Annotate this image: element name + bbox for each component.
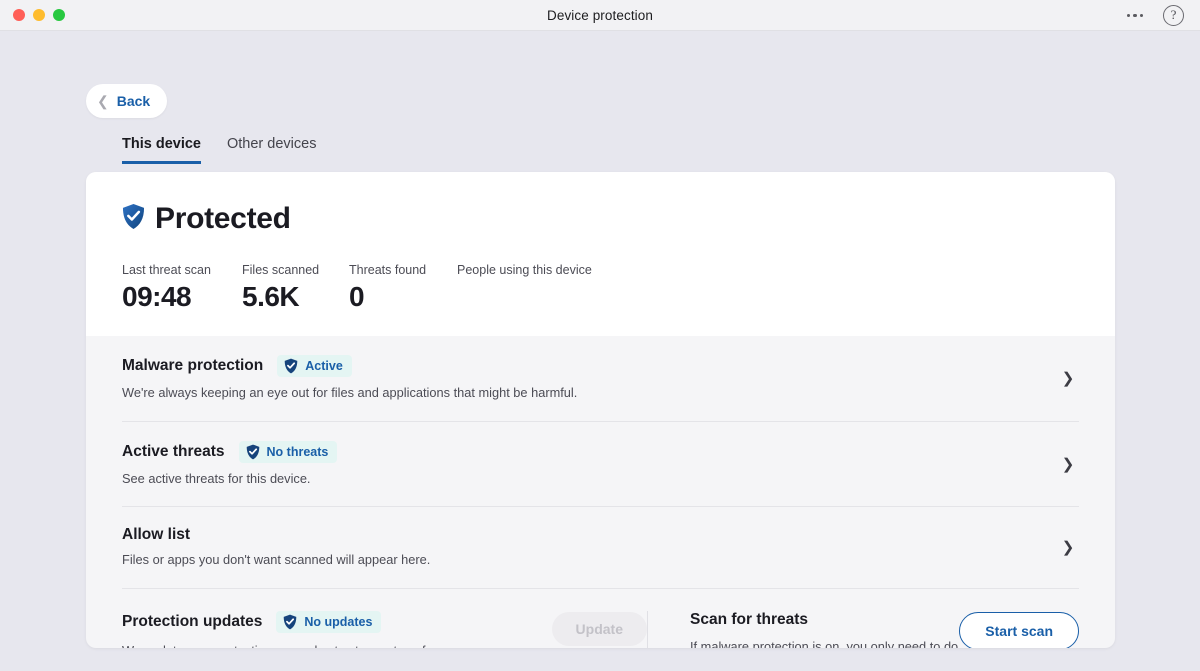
shield-check-icon	[284, 614, 297, 630]
stat-label: Last threat scan	[122, 263, 211, 277]
device-protection-card: Protected Last threat scan 09:48 Files s…	[86, 172, 1115, 648]
stat-value: 5.6K	[242, 281, 300, 312]
stat-label: Files scanned	[242, 263, 320, 277]
row-header: Scan for threats	[690, 611, 959, 629]
tab-other-devices[interactable]: Other devices	[227, 136, 316, 164]
row-title: Active threats	[122, 442, 225, 460]
stat-files-scanned: Files scanned 5.6K	[242, 263, 349, 313]
row-description: We update your protection every day to s…	[122, 641, 442, 648]
tab-this-device[interactable]: This device	[122, 136, 201, 164]
row-description: See active threats for this device.	[122, 470, 311, 486]
shield-check-icon	[284, 358, 298, 374]
help-circle-icon[interactable]: ?	[1163, 5, 1184, 26]
window-title: Device protection	[546, 7, 653, 23]
status-badge-label: Active	[305, 359, 343, 373]
tab-bar: This device Other devices	[122, 136, 316, 164]
shield-check-icon	[122, 203, 145, 235]
page-title: Protected	[155, 202, 291, 235]
row-title: Malware protection	[122, 357, 264, 374]
chevron-right-icon[interactable]: ❯	[1051, 530, 1085, 564]
titlebar-actions: ?	[1126, 0, 1184, 31]
stat-value: 0	[349, 281, 365, 312]
tab-this-device-label: This device	[122, 136, 201, 152]
back-button-label: Back	[116, 93, 151, 109]
row-header: Protection updates No updates	[122, 610, 552, 633]
row-header: Active threats No threats	[122, 440, 1079, 463]
row-malware-protection[interactable]: Malware protection Active We're always k…	[122, 336, 1079, 422]
protection-updates-text: Protection updates No updates We update …	[122, 610, 552, 648]
row-active-threats[interactable]: Active threats No threats See active thr…	[122, 422, 1079, 508]
row-description: We're always keeping an eye out for file…	[122, 385, 578, 400]
chevron-right-icon[interactable]: ❯	[1051, 361, 1085, 395]
settings-rows: Malware protection Active We're always k…	[86, 336, 1115, 648]
window-titlebar: Device protection ?	[0, 0, 1200, 31]
stat-people-using-device: People using this device	[457, 263, 592, 313]
stat-last-threat-scan: Last threat scan 09:48	[122, 263, 242, 313]
scan-for-threats-text: Scan for threats If malware protection i…	[690, 611, 959, 648]
protection-status-panel: Protected Last threat scan 09:48 Files s…	[86, 172, 1115, 336]
chevron-left-icon: ❮	[97, 92, 109, 109]
shield-check-icon	[246, 444, 259, 459]
ellipsis-icon[interactable]	[1126, 13, 1143, 18]
update-button[interactable]: Update	[551, 611, 647, 646]
stat-label: Threats found	[349, 263, 427, 277]
status-badge: Active	[277, 355, 352, 377]
status-heading: Protected	[122, 202, 1079, 236]
row-description: Files or apps you don't want scanned wil…	[122, 552, 431, 568]
tab-other-devices-label: Other devices	[226, 136, 317, 152]
back-button[interactable]: ❮ Back	[86, 84, 168, 118]
status-badge: No updates	[276, 610, 382, 633]
chevron-right-icon[interactable]: ❯	[1051, 447, 1085, 481]
stat-value: 09:48	[122, 281, 192, 312]
row-updates-and-scan: Protection updates No updates We update …	[122, 589, 1079, 648]
row-title: Scan for threats	[690, 610, 809, 628]
row-allow-list[interactable]: Allow list Files or apps you don't want …	[122, 507, 1079, 589]
protection-updates-section: Protection updates No updates We update …	[122, 610, 647, 648]
page-body: ❮ Back This device Other devices Protect…	[0, 31, 1200, 671]
stats-row: Last threat scan 09:48 Files scanned 5.6…	[122, 263, 1079, 313]
row-title: Protection updates	[122, 612, 263, 630]
row-header: Allow list	[122, 526, 1079, 544]
status-badge-label: No threats	[266, 444, 329, 459]
row-title: Allow list	[122, 526, 191, 544]
stat-threats-found: Threats found 0	[349, 263, 457, 313]
status-badge-label: No updates	[304, 614, 373, 629]
start-scan-button[interactable]: Start scan	[959, 611, 1079, 648]
status-badge: No threats	[238, 440, 338, 463]
row-description: If malware protection is on, you only ne…	[690, 638, 959, 648]
stat-label: People using this device	[457, 263, 592, 277]
row-header: Malware protection Active	[122, 355, 1079, 377]
scan-for-threats-section: Scan for threats If malware protection i…	[648, 611, 1079, 648]
